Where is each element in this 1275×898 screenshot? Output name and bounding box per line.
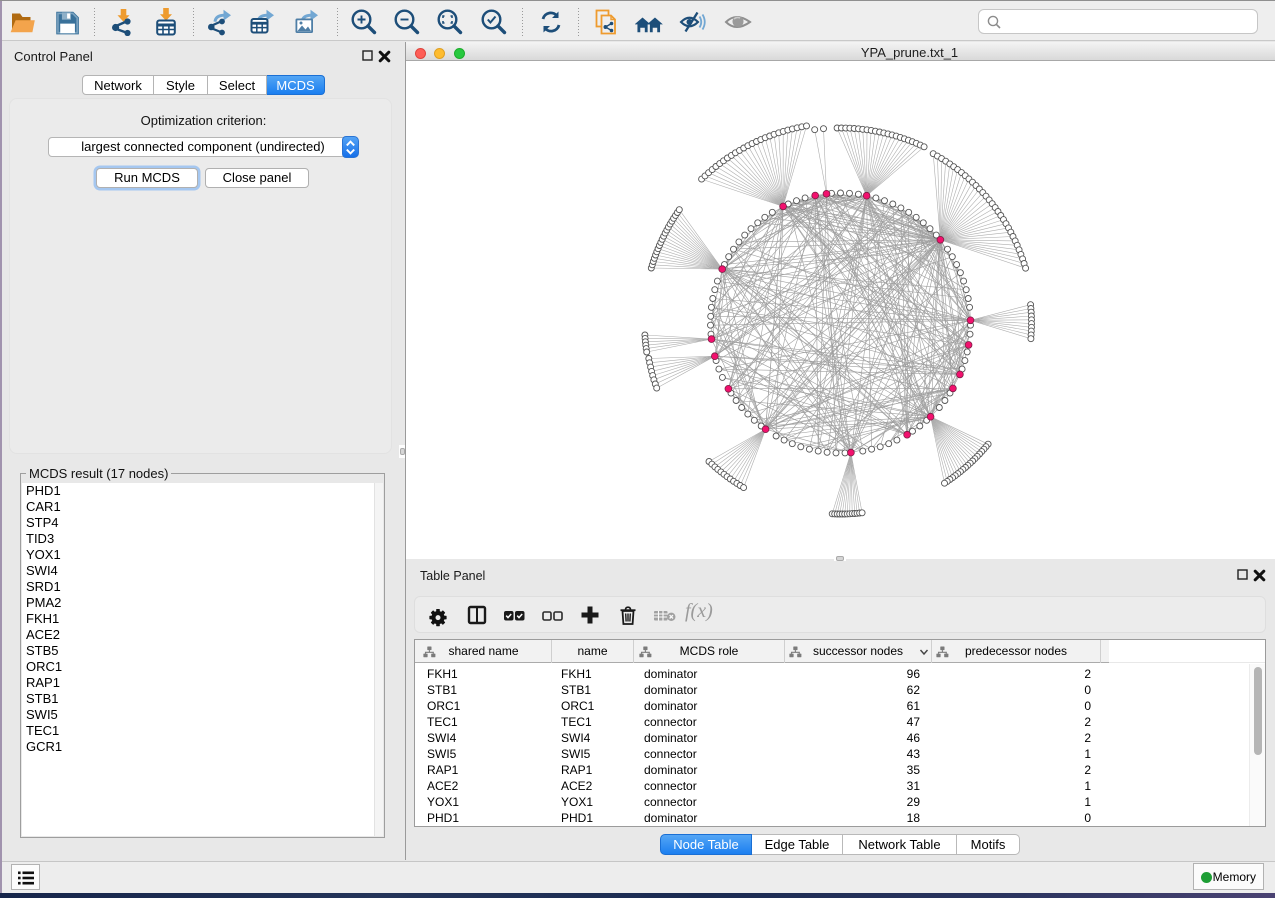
svg-text:f(x): f(x) (685, 600, 713, 622)
